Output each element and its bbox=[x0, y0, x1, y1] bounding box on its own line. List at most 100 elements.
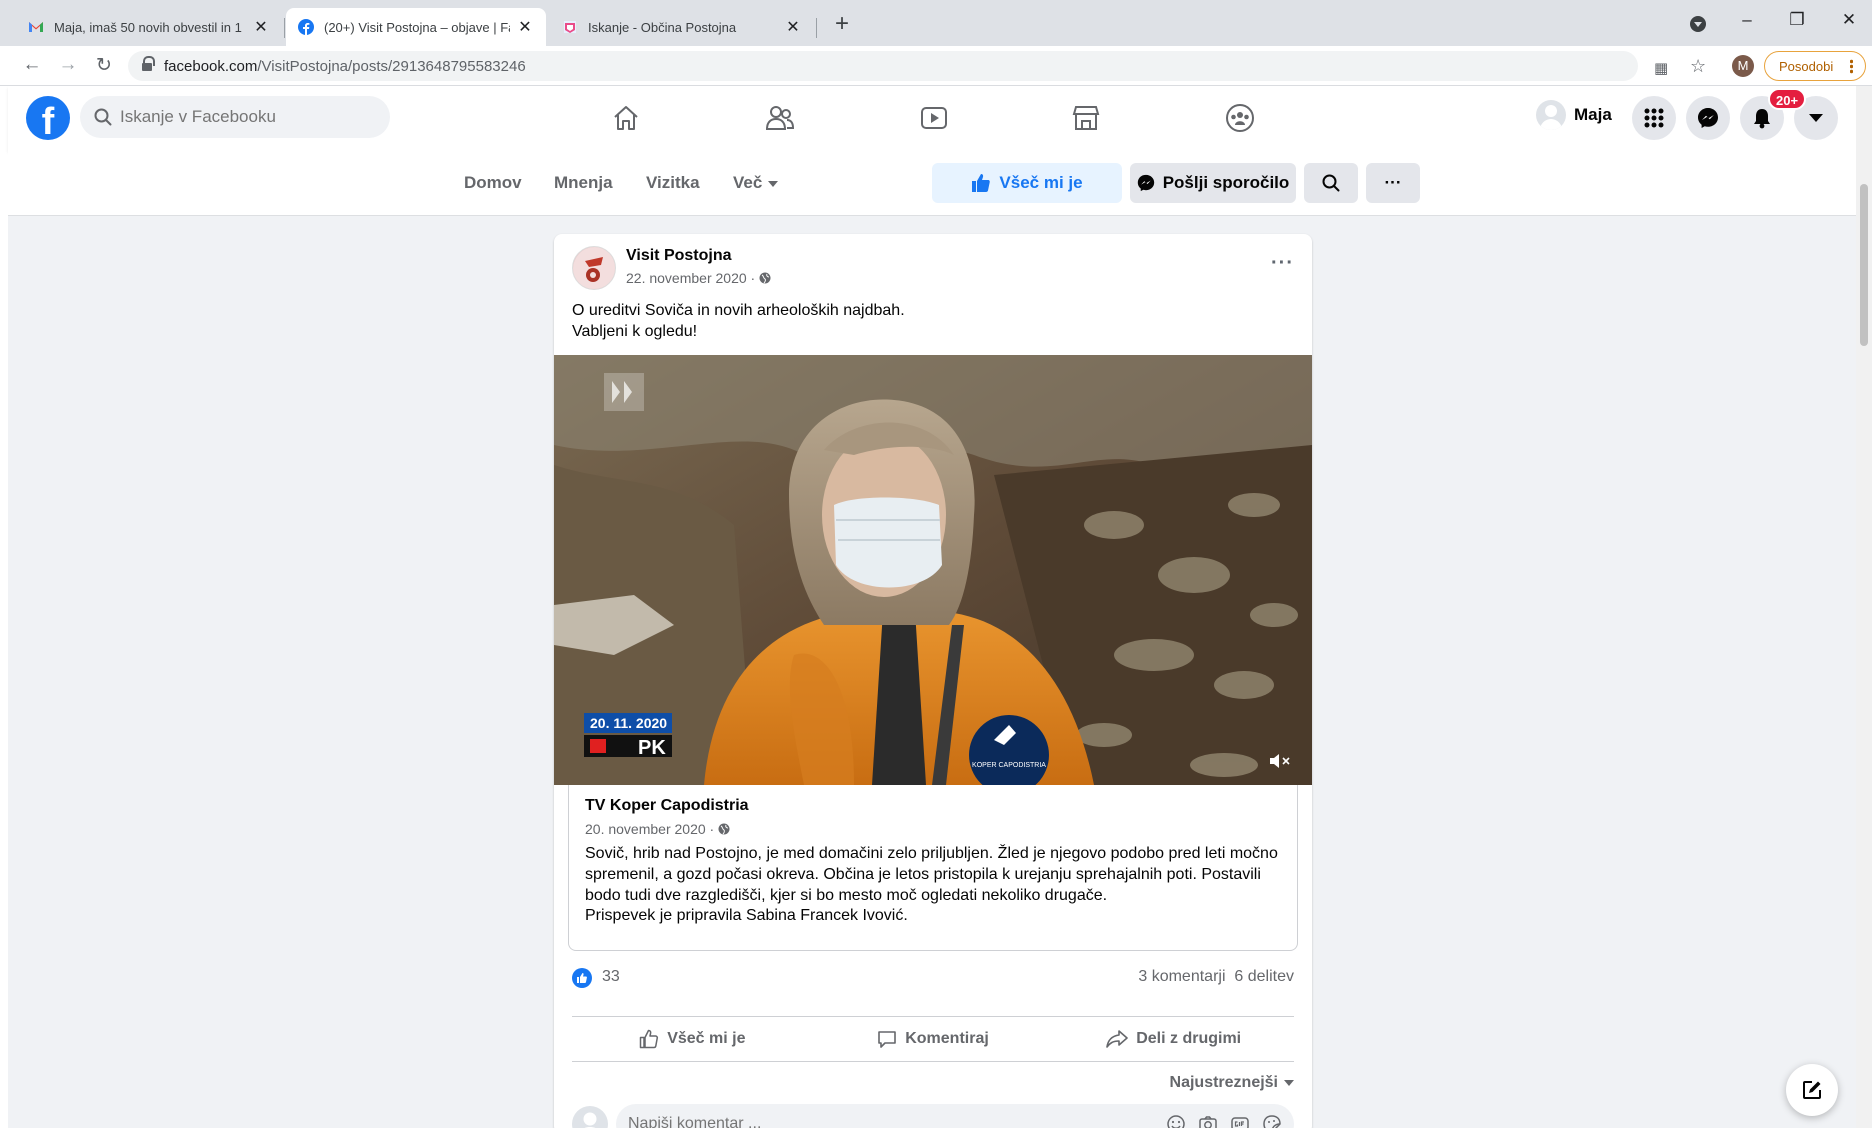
video-date-overlay: 20. 11. 2020 bbox=[590, 715, 667, 731]
compose-icon bbox=[1803, 1081, 1821, 1099]
qr-code-icon[interactable]: ▦ bbox=[1654, 59, 1668, 77]
post-card: Visit Postojna 22. november 2020 · ··· O… bbox=[554, 234, 1312, 1128]
page-subnav: Domov Mnenja Vizitka Več Všeč mi je Pošl… bbox=[8, 151, 1856, 216]
close-icon[interactable]: ✕ bbox=[252, 17, 270, 37]
mute-icon[interactable] bbox=[1268, 751, 1292, 771]
update-button[interactable]: Posodobi bbox=[1764, 51, 1866, 81]
comment-button[interactable]: Komentiraj bbox=[813, 1017, 1054, 1061]
facebook-search[interactable] bbox=[80, 96, 390, 138]
url-path: /VisitPostojna/posts/2913648795583246 bbox=[257, 57, 526, 75]
profile-link[interactable]: Maja bbox=[1536, 100, 1612, 130]
comment-sort-dropdown[interactable]: Najustreznejši bbox=[1170, 1074, 1294, 1092]
post-author[interactable]: Visit Postojna bbox=[626, 247, 732, 265]
caret-down-icon bbox=[1284, 1079, 1294, 1086]
notification-badge: 20+ bbox=[1768, 88, 1807, 110]
browser-profile-avatar[interactable]: M bbox=[1732, 55, 1754, 77]
search-input[interactable] bbox=[120, 107, 360, 127]
tab-gmail[interactable]: Maja, imaš 50 novih obvestil in 1 ✕ bbox=[16, 8, 282, 46]
comments-count[interactable]: 3 komentarji bbox=[1138, 968, 1225, 985]
new-message-button[interactable] bbox=[1786, 1064, 1838, 1116]
thumbs-up-icon bbox=[639, 1029, 659, 1049]
obcina-icon bbox=[564, 21, 576, 33]
page-like-button[interactable]: Všeč mi je bbox=[932, 163, 1122, 203]
feed: Visit Postojna 22. november 2020 · ··· O… bbox=[8, 216, 1856, 1128]
close-icon[interactable]: ✕ bbox=[516, 17, 534, 37]
facebook-logo-icon[interactable]: f bbox=[26, 96, 70, 140]
tab-vizitka[interactable]: Vizitka bbox=[646, 173, 700, 193]
send-message-label: Pošlji sporočilo bbox=[1162, 173, 1290, 192]
messenger-icon[interactable] bbox=[1686, 96, 1730, 140]
like-reaction-icon[interactable] bbox=[572, 968, 592, 988]
sticker-icon[interactable] bbox=[1262, 1114, 1282, 1128]
post-date[interactable]: 22. november 2020 · bbox=[626, 270, 771, 286]
tab-title: Iskanje - Občina Postojna bbox=[588, 19, 737, 35]
shared-author[interactable]: TV Koper Capodistria bbox=[585, 797, 749, 815]
reload-icon[interactable]: ↻ bbox=[92, 54, 116, 77]
video-tag-overlay: PK bbox=[638, 737, 666, 759]
tab-facebook[interactable]: (20+) Visit Postojna – objave | Fa ✕ bbox=[286, 8, 546, 46]
close-icon[interactable]: ✕ bbox=[784, 17, 802, 37]
sort-label: Najustreznejši bbox=[1169, 1074, 1278, 1091]
tab-mnenja[interactable]: Mnenja bbox=[554, 173, 613, 193]
restore-icon[interactable]: ❐ bbox=[1782, 10, 1812, 30]
post-options-button[interactable]: ··· bbox=[1271, 252, 1294, 275]
reaction-summary: 33 3 komentarji 6 delitev bbox=[572, 966, 1294, 990]
camera-icon[interactable] bbox=[1198, 1114, 1218, 1128]
kebab-menu-icon bbox=[1850, 59, 1853, 74]
tab-vec[interactable]: Več bbox=[733, 173, 779, 193]
page-avatar[interactable] bbox=[572, 246, 616, 290]
marketplace-icon[interactable] bbox=[1066, 98, 1106, 138]
mic-label: KOPER CAPODISTRIA bbox=[972, 762, 1046, 769]
tab-search-icon[interactable] bbox=[1690, 16, 1706, 32]
watch-icon[interactable] bbox=[914, 98, 954, 138]
tab-divider bbox=[816, 18, 817, 38]
back-icon[interactable]: ← bbox=[20, 54, 44, 76]
comment-input[interactable] bbox=[628, 1115, 1068, 1128]
star-icon[interactable]: ☆ bbox=[1690, 56, 1706, 77]
tab-obcina[interactable]: Iskanje - Občina Postojna ✕ bbox=[550, 8, 814, 46]
lock-icon bbox=[142, 56, 155, 72]
chevron-down-icon bbox=[1809, 114, 1823, 122]
tab-domov[interactable]: Domov bbox=[464, 173, 522, 193]
scrollbar-thumb[interactable] bbox=[1860, 184, 1868, 346]
share-button[interactable]: Deli z drugimi bbox=[1053, 1017, 1294, 1061]
search-icon bbox=[1322, 174, 1340, 192]
comment-share-counts: 3 komentarji 6 delitev bbox=[1138, 968, 1294, 986]
friends-icon[interactable] bbox=[760, 98, 800, 138]
tab-title: (20+) Visit Postojna – objave | Fa bbox=[324, 19, 510, 35]
shared-date[interactable]: 20. november 2020 · bbox=[585, 821, 730, 837]
update-label: Posodobi bbox=[1779, 58, 1834, 74]
share-icon bbox=[1106, 1030, 1129, 1048]
facebook-icon bbox=[298, 19, 314, 35]
likes-count[interactable]: 33 bbox=[602, 968, 620, 986]
globe-icon bbox=[718, 823, 730, 835]
minimize-icon[interactable]: – bbox=[1732, 10, 1762, 30]
url-field[interactable]: facebook.com/VisitPostojna/posts/2913648… bbox=[128, 51, 1638, 81]
send-message-button[interactable]: Pošlji sporočilo bbox=[1130, 163, 1296, 203]
post-video[interactable]: KOPER CAPODISTRIA 20. 11. 2020 PK bbox=[554, 355, 1312, 785]
tab-bar: Maja, imaš 50 novih obvestil in 1 ✕ (20+… bbox=[0, 0, 1872, 46]
user-name: Maja bbox=[1574, 105, 1612, 124]
comment-composer[interactable] bbox=[616, 1104, 1294, 1128]
page-more-button[interactable]: ··· bbox=[1366, 163, 1420, 203]
menu-grid-icon[interactable] bbox=[1632, 96, 1676, 140]
tab-title: Maja, imaš 50 novih obvestil in 1 bbox=[54, 19, 242, 35]
page-search-button[interactable] bbox=[1304, 163, 1358, 203]
gif-icon[interactable] bbox=[1230, 1114, 1250, 1128]
like-button[interactable]: Všeč mi je bbox=[572, 1017, 813, 1061]
shares-count[interactable]: 6 delitev bbox=[1234, 968, 1294, 985]
facebook-header: f Maja bbox=[8, 86, 1856, 151]
new-tab-button[interactable]: + bbox=[828, 10, 856, 38]
window-close-icon[interactable]: ✕ bbox=[1834, 10, 1864, 30]
messenger-icon bbox=[1137, 174, 1154, 192]
groups-icon[interactable] bbox=[1220, 98, 1260, 138]
home-icon[interactable] bbox=[606, 98, 646, 138]
shared-date-text: 20. november 2020 · bbox=[585, 821, 719, 837]
comment-attachment-icons bbox=[1166, 1114, 1282, 1128]
post-text-line: O ureditvi Soviča in novih arheoloških n… bbox=[572, 302, 905, 319]
emoji-icon[interactable] bbox=[1166, 1114, 1186, 1128]
avatar[interactable] bbox=[572, 1106, 608, 1128]
shared-post[interactable]: TV Koper Capodistria 20. november 2020 ·… bbox=[568, 785, 1298, 951]
forward-icon[interactable]: → bbox=[56, 54, 80, 76]
address-bar-row: ← → ↻ facebook.com/VisitPostojna/posts/2… bbox=[0, 46, 1872, 86]
